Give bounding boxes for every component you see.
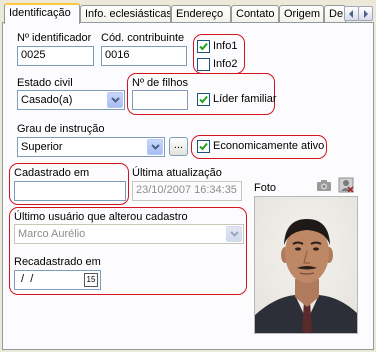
tab-scroll-left-button[interactable] [344,6,359,21]
tab-origem[interactable]: Origem [279,5,324,23]
identificador-label: Nº identificador [17,32,92,44]
economicamente-label: Economicamente ativo [213,140,325,152]
contribuinte-field[interactable]: 0016 [101,46,187,66]
tab-bar: Identificação Info. eclesiásticas Endere… [2,3,374,24]
check-icon [199,95,208,104]
tab-identificacao[interactable]: Identificação [4,3,80,24]
tab-endereco[interactable]: Endereço [171,5,231,23]
calendar-icon[interactable]: 15 [84,273,98,287]
info1-checkbox[interactable] [197,40,210,53]
chevron-right-icon [364,9,368,18]
estado-civil-dropdown-button[interactable] [107,92,123,108]
contribuinte-label: Cód. contribuinte [101,32,185,44]
foto-label: Foto [254,182,277,194]
chevron-down-icon [150,144,160,150]
chevron-down-icon [229,231,239,237]
ultimo-usuario-select: Marco Aurélio [14,224,244,244]
ultimo-usuario-dropdown-button [226,226,242,242]
camera-icon[interactable] [316,178,332,192]
info1-label: Info1 [213,40,238,52]
tab-info-eclesiasticas[interactable]: Info. eclesiásticas [80,5,171,23]
estado-civil-label: Estado civil [17,77,73,89]
recadastrado-value: / / [18,273,34,285]
tab-more[interactable]: De [324,5,346,23]
ultimo-usuario-value: Marco Aurélio [18,228,86,240]
grau-label: Grau de instrução [17,123,105,135]
filhos-label: Nº de filhos [132,77,188,89]
ultima-atualizacao-label: Última atualização [132,167,222,179]
ultimo-usuario-label: Último usuário que alterou cadastro [14,211,188,223]
filhos-field[interactable] [132,90,188,110]
recadastrado-field[interactable]: / / 15 [14,270,101,290]
cadastrado-label: Cadastrado em [14,167,90,179]
grau-dropdown-button[interactable] [147,139,163,155]
estado-civil-select[interactable]: Casado(a) [17,90,125,110]
tab-contato[interactable]: Contato [231,5,279,23]
ultima-atualizacao-field: 23/10/2007 16:34:35 [132,181,242,201]
chevron-left-icon [349,9,353,18]
remove-photo-icon[interactable] [338,177,354,193]
member-photo [254,196,358,334]
economicamente-checkbox[interactable] [197,140,210,153]
lider-checkbox[interactable] [197,93,210,106]
grau-ellipsis-button[interactable]: ... [169,137,188,156]
tab-scroll-right-button[interactable] [358,6,373,21]
check-icon [199,142,208,151]
info2-label: Info2 [213,58,238,70]
cadastrado-field[interactable] [14,181,126,201]
recadastrado-label: Recadastrado em [14,256,101,268]
estado-civil-value: Casado(a) [21,94,73,106]
grau-select[interactable]: Superior [17,137,165,157]
grau-value: Superior [21,141,63,153]
identificador-field[interactable]: 0025 [17,46,94,66]
info2-checkbox[interactable] [197,58,210,71]
chevron-down-icon [110,97,120,103]
check-icon [199,42,208,51]
lider-label: Líder familiar [213,93,277,105]
